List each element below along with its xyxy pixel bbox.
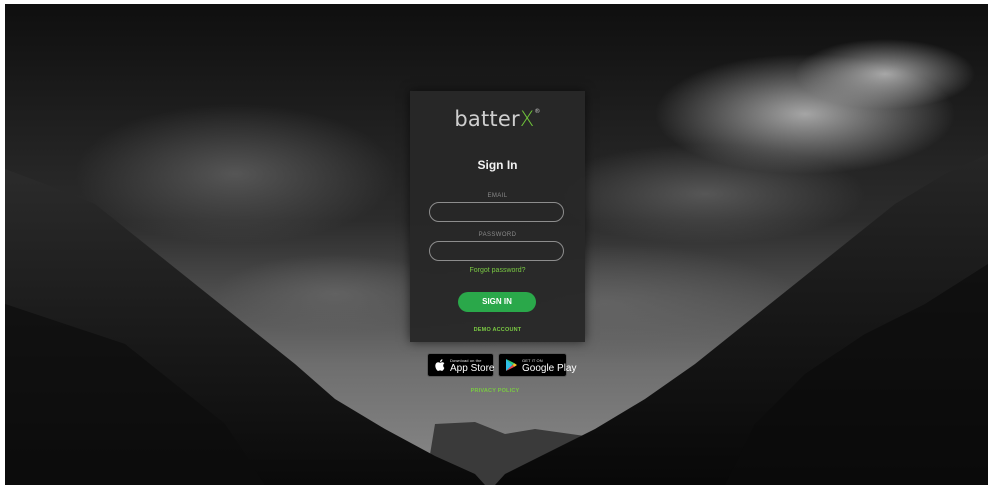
password-label: PASSWORD xyxy=(478,232,517,238)
password-field[interactable] xyxy=(429,241,564,261)
logo-text: batter xyxy=(454,107,520,131)
google-play-badge[interactable]: GET IT ON Google Play xyxy=(498,353,576,377)
google-play-icon xyxy=(506,359,517,371)
registered-mark: ® xyxy=(534,108,541,115)
app-store-badge[interactable]: Download on the App Store xyxy=(427,353,494,377)
logo-accent: X xyxy=(519,107,535,131)
email-label: EMAIL xyxy=(487,193,508,199)
demo-account-link[interactable]: DEMO ACCOUNT xyxy=(410,327,585,333)
sign-in-button[interactable]: SIGN IN xyxy=(458,292,536,312)
page-title: Sign In xyxy=(477,158,518,172)
email-field[interactable] xyxy=(429,202,564,222)
login-card: batterX® Sign In EMAIL PASSWORD Forgot p… xyxy=(410,91,585,342)
app-store-text: App Store xyxy=(450,363,495,374)
batterx-logo: batterX® xyxy=(410,107,585,135)
apple-icon xyxy=(435,359,445,371)
forgot-password-link[interactable]: Forgot password? xyxy=(410,267,585,274)
privacy-policy-link[interactable]: PRIVACY POLICY xyxy=(460,388,530,394)
google-play-text: Google Play xyxy=(522,363,577,374)
